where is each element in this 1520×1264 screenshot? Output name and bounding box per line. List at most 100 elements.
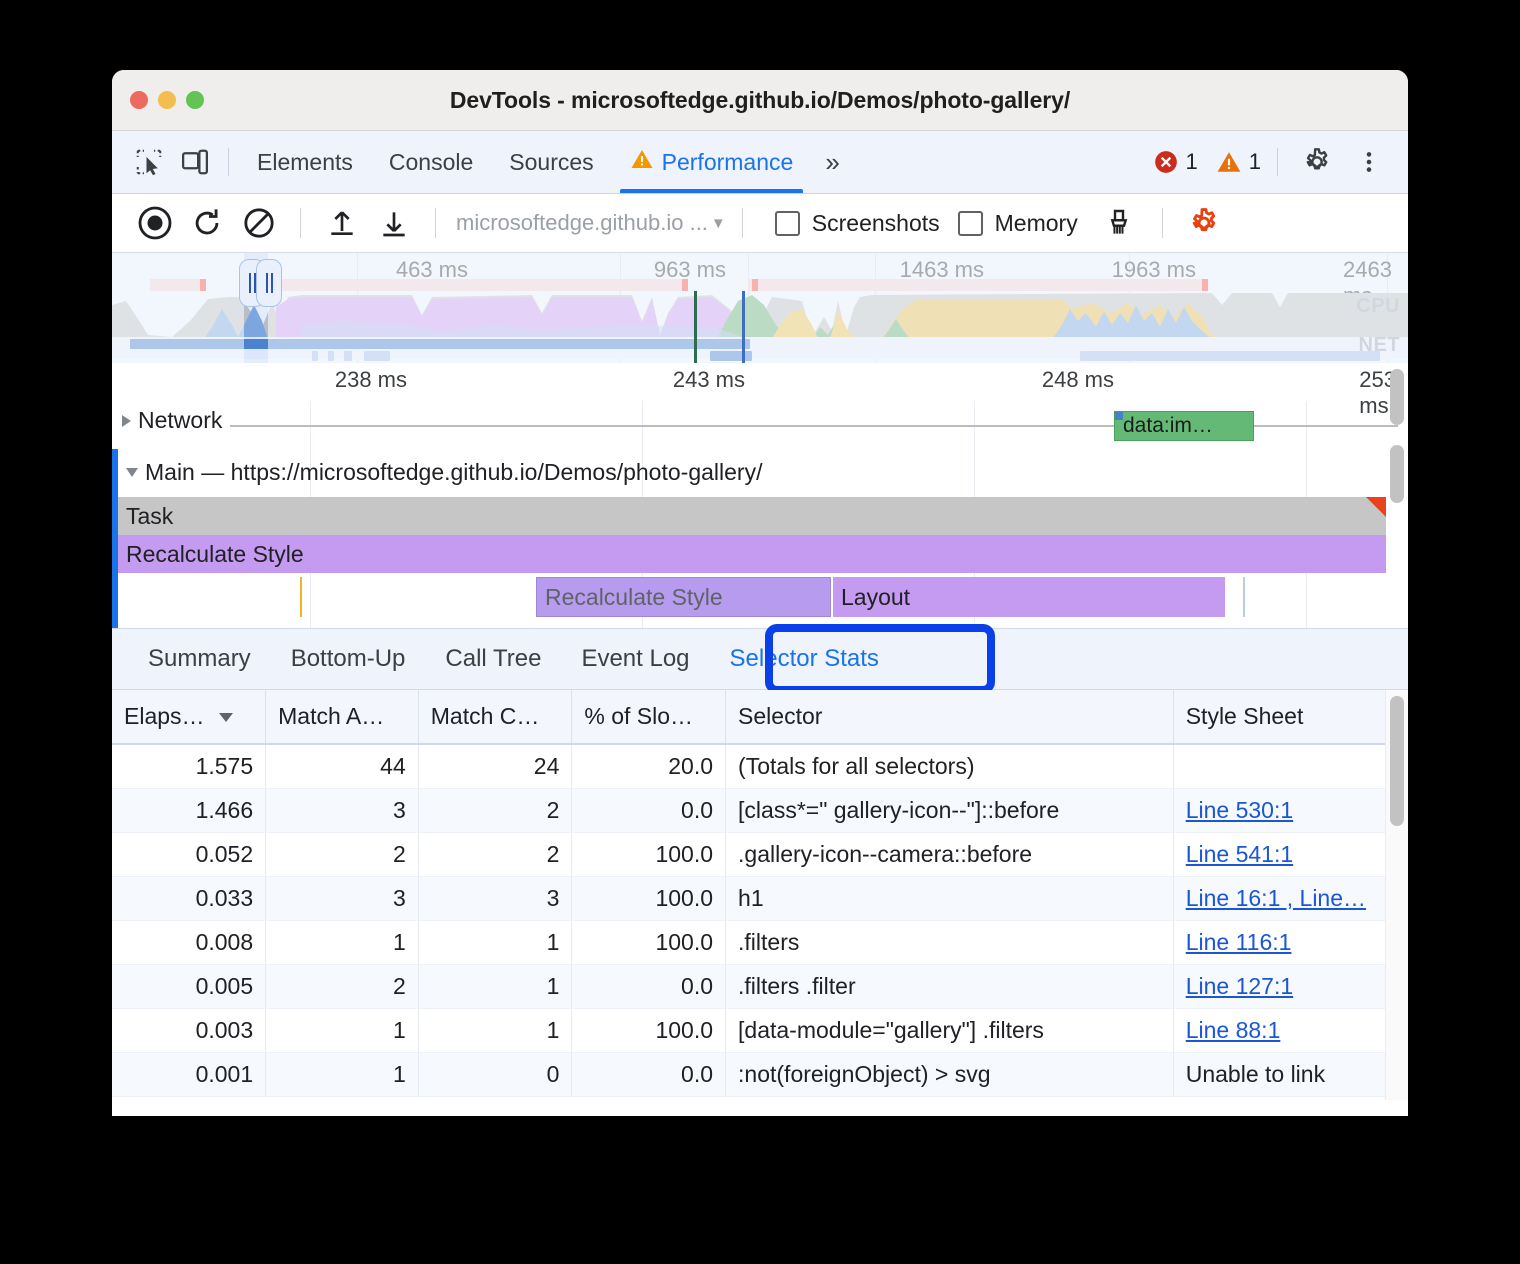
table-row[interactable]: 1.575 44 24 20.0 (Totals for all selecto… bbox=[112, 744, 1392, 788]
column-header-stylesheet[interactable]: Style Sheet bbox=[1173, 690, 1392, 744]
collect-garbage-icon[interactable] bbox=[1094, 198, 1144, 248]
tab-console[interactable]: Console bbox=[371, 131, 491, 193]
download-profile-icon[interactable] bbox=[369, 198, 419, 248]
cell-stylesheet[interactable]: Line 88:1 bbox=[1173, 1008, 1392, 1052]
table-row[interactable]: 0.008 1 1 100.0 .filters Line 116:1 bbox=[112, 920, 1392, 964]
memory-checkbox[interactable]: Memory bbox=[958, 210, 1078, 237]
layout-bar[interactable]: Layout bbox=[833, 577, 1225, 617]
cell-selector: .filters .filter bbox=[726, 964, 1174, 1008]
scrollbar-thumb[interactable] bbox=[1390, 445, 1404, 503]
column-header-selector-label: Selector bbox=[738, 703, 822, 729]
recalculate-style-bar[interactable]: Recalculate Style bbox=[118, 535, 1386, 573]
main-track-header[interactable]: Main — https://microsoftedge.github.io/D… bbox=[112, 453, 1408, 497]
recalculate-style-selected-bar[interactable]: Recalculate Style bbox=[536, 577, 831, 617]
column-header-elapsed[interactable]: Elaps… bbox=[112, 690, 266, 744]
tab-elements[interactable]: Elements bbox=[239, 131, 371, 193]
cell-stylesheet[interactable]: Line 116:1 bbox=[1173, 920, 1392, 964]
tab-call-tree[interactable]: Call Tree bbox=[425, 629, 561, 689]
tab-sources[interactable]: Sources bbox=[491, 131, 611, 193]
table-row[interactable]: 0.033 3 3 100.0 h1 Line 16:1 , Line… bbox=[112, 876, 1392, 920]
kebab-menu-icon[interactable] bbox=[1346, 139, 1392, 185]
flame-chart-ruler: 238 ms 243 ms 248 ms 253 ms bbox=[112, 363, 1408, 401]
recalculate-style-row[interactable]: Recalculate Style bbox=[112, 535, 1408, 573]
column-header-match-count[interactable]: Match C… bbox=[418, 690, 572, 744]
screenshots-checkbox-box[interactable] bbox=[775, 211, 800, 236]
flame-tick-label: 243 ms bbox=[673, 367, 753, 393]
error-count-badge[interactable]: 1 bbox=[1153, 149, 1198, 175]
cell-stylesheet: Unable to link bbox=[1173, 1052, 1392, 1096]
flamechart-scrollbar-network[interactable] bbox=[1386, 363, 1408, 433]
table-row[interactable]: 0.052 2 2 100.0 .gallery-icon--camera::b… bbox=[112, 832, 1392, 876]
table-row[interactable]: 1.466 3 2 0.0 [class*=" gallery-icon--"]… bbox=[112, 788, 1392, 832]
detail-tabs: Summary Bottom-Up Call Tree Event Log Se… bbox=[112, 628, 1408, 690]
column-header-selector[interactable]: Selector bbox=[726, 690, 1174, 744]
column-header-pct-slow[interactable]: % of Slo… bbox=[572, 690, 726, 744]
record-icon[interactable] bbox=[130, 198, 180, 248]
task-bar-label: Task bbox=[126, 503, 173, 530]
capture-settings-gear-icon[interactable] bbox=[1179, 198, 1229, 248]
cell-stylesheet[interactable]: Line 16:1 , Line… bbox=[1173, 876, 1392, 920]
task-row[interactable]: Task bbox=[112, 497, 1408, 535]
timeline-overview[interactable]: 463 ms 963 ms 1463 ms 1963 ms 2463 ms bbox=[112, 253, 1408, 363]
network-track-title[interactable]: Network bbox=[122, 407, 222, 434]
tab-summary[interactable]: Summary bbox=[128, 629, 271, 689]
scrollbar-thumb[interactable] bbox=[1390, 369, 1404, 425]
table-row[interactable]: 0.005 2 1 0.0 .filters .filter Line 127:… bbox=[112, 964, 1392, 1008]
screenshots-checkbox[interactable]: Screenshots bbox=[775, 210, 940, 237]
stylesheet-link[interactable]: Line 88:1 bbox=[1186, 1017, 1281, 1043]
flame-chart[interactable]: 238 ms 243 ms 248 ms 253 ms Network data… bbox=[112, 363, 1408, 628]
cell-match-count: 1 bbox=[418, 1008, 572, 1052]
upload-profile-icon[interactable] bbox=[317, 198, 367, 248]
cell-match-count: 1 bbox=[418, 920, 572, 964]
stylesheet-link[interactable]: Line 530:1 bbox=[1186, 797, 1293, 823]
stylesheet-link[interactable]: Line 16:1 , Line… bbox=[1186, 885, 1366, 911]
clear-icon[interactable] bbox=[234, 198, 284, 248]
cell-elapsed: 1.575 bbox=[112, 744, 266, 788]
inspect-element-icon[interactable] bbox=[126, 139, 172, 185]
expand-triangle-icon[interactable] bbox=[122, 415, 131, 427]
network-track-row[interactable]: Network data:im… bbox=[112, 401, 1408, 453]
gear-icon[interactable] bbox=[1294, 139, 1340, 185]
tab-event-log[interactable]: Event Log bbox=[561, 629, 709, 689]
task-bar[interactable]: Task bbox=[118, 497, 1386, 535]
overview-dim-left bbox=[112, 253, 244, 363]
cell-stylesheet[interactable]: Line 530:1 bbox=[1173, 788, 1392, 832]
main-track-title[interactable]: Main — https://microsoftedge.github.io/D… bbox=[126, 459, 762, 486]
flamechart-scrollbar-main[interactable] bbox=[1386, 441, 1408, 551]
overview-selection-handle-right[interactable] bbox=[256, 259, 282, 307]
reload-record-icon[interactable] bbox=[182, 198, 232, 248]
cell-stylesheet[interactable]: Line 127:1 bbox=[1173, 964, 1392, 1008]
cell-pct-slow: 100.0 bbox=[572, 1008, 726, 1052]
column-header-match-attempts[interactable]: Match A… bbox=[266, 690, 419, 744]
warning-count-badge[interactable]: 1 bbox=[1216, 149, 1261, 175]
device-toolbar-icon[interactable] bbox=[172, 139, 218, 185]
cell-stylesheet[interactable]: Line 541:1 bbox=[1173, 832, 1392, 876]
tab-bottom-up[interactable]: Bottom-Up bbox=[271, 629, 426, 689]
stylesheet-link[interactable]: Line 127:1 bbox=[1186, 973, 1293, 999]
performance-toolbar: microsoftedge.github.io ... ▼ Screenshot… bbox=[112, 194, 1408, 253]
more-tabs-icon[interactable]: » bbox=[811, 147, 853, 178]
cell-match-attempts: 1 bbox=[266, 1008, 419, 1052]
table-row[interactable]: 0.001 1 0 0.0 :not(foreignObject) > svg … bbox=[112, 1052, 1392, 1096]
network-request-bar[interactable]: data:im… bbox=[1114, 411, 1254, 441]
tab-console-label: Console bbox=[389, 149, 473, 176]
cell-pct-slow: 100.0 bbox=[572, 920, 726, 964]
table-row[interactable]: 0.003 1 1 100.0 [data-module="gallery"] … bbox=[112, 1008, 1392, 1052]
tab-sources-label: Sources bbox=[509, 149, 593, 176]
toolbar-divider-2 bbox=[435, 208, 436, 238]
tab-performance[interactable]: Performance bbox=[612, 131, 812, 193]
tab-call-tree-label: Call Tree bbox=[445, 645, 541, 673]
column-header-stylesheet-label: Style Sheet bbox=[1186, 703, 1304, 729]
stylesheet-link[interactable]: Line 541:1 bbox=[1186, 841, 1293, 867]
memory-checkbox-box[interactable] bbox=[958, 211, 983, 236]
scrollbar-thumb[interactable] bbox=[1390, 696, 1404, 826]
flame-child-row[interactable]: Recalculate Style Layout bbox=[112, 573, 1408, 628]
tab-selector-stats[interactable]: Selector Stats bbox=[710, 629, 899, 689]
table-scrollbar[interactable] bbox=[1385, 690, 1408, 1100]
cell-match-attempts: 2 bbox=[266, 964, 419, 1008]
selector-stats-table-wrap[interactable]: Elaps… Match A… Match C… % of Slo… bbox=[112, 690, 1408, 1100]
stylesheet-link[interactable]: Line 116:1 bbox=[1186, 929, 1292, 955]
url-dropdown[interactable]: microsoftedge.github.io ... ▼ bbox=[456, 210, 726, 236]
cell-pct-slow: 100.0 bbox=[572, 832, 726, 876]
collapse-triangle-icon[interactable] bbox=[126, 468, 138, 477]
